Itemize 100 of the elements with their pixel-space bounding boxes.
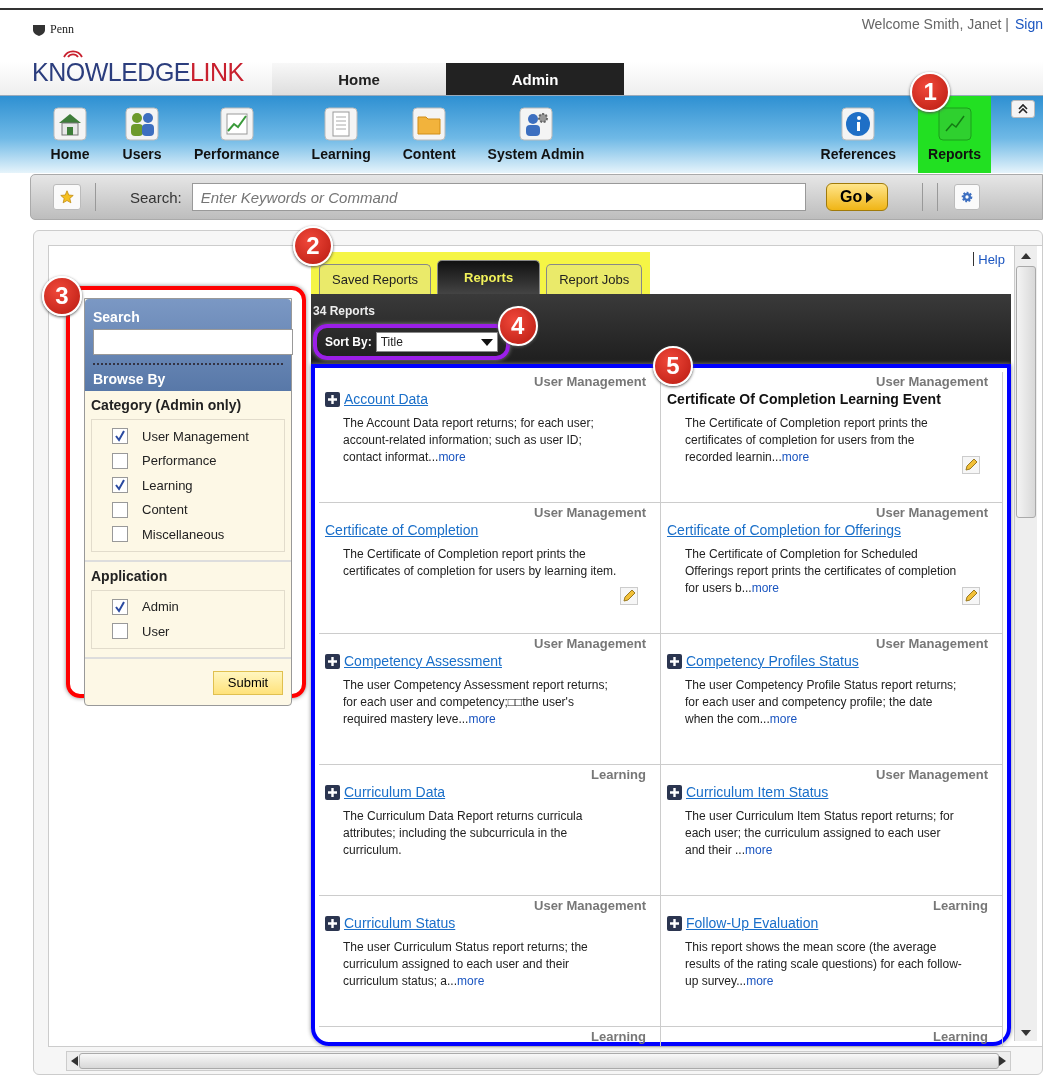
people-icon: [122, 104, 162, 144]
checkbox[interactable]: [112, 477, 128, 494]
collapse-icon[interactable]: [1011, 100, 1035, 118]
report-title[interactable]: Account Data: [344, 391, 429, 407]
report-category: User Management: [875, 636, 988, 651]
pencil-icon[interactable]: [620, 587, 638, 605]
top-tab[interactable]: Admin: [446, 63, 624, 95]
checkbox[interactable]: [112, 526, 128, 543]
expand-icon[interactable]: [325, 784, 340, 800]
report-title[interactable]: Certificate of Completion: [325, 522, 479, 538]
more-link[interactable]: more: [769, 712, 798, 726]
report-title[interactable]: Curriculum Item Status: [686, 784, 829, 800]
help-link[interactable]: Help: [973, 252, 1005, 266]
scrollbar-thumb[interactable]: [1016, 266, 1036, 518]
checkbox[interactable]: [112, 428, 128, 445]
checkbox[interactable]: [112, 501, 128, 518]
report-title[interactable]: Curriculum Status: [344, 915, 456, 931]
nav-item[interactable]: Learning: [301, 96, 381, 173]
report-category: Learning: [590, 1029, 646, 1044]
search-field[interactable]: Enter Keywords or Command: [191, 183, 806, 211]
report-category: Learning: [932, 898, 988, 913]
checkbox-label: Admin: [142, 599, 179, 615]
report-count: 34 Reports: [313, 304, 377, 318]
caret-icon: [480, 338, 493, 346]
checkbox-label: Content: [142, 502, 188, 518]
more-link[interactable]: more: [457, 974, 485, 988]
report-title[interactable]: Certificate of Completion for Offerings: [667, 522, 901, 538]
checkbox-label: User: [142, 623, 170, 639]
expand-icon[interactable]: [325, 391, 340, 407]
settings-button[interactable]: [953, 184, 980, 210]
callout-badge: 3: [42, 276, 82, 316]
section-title: Category (Admin only): [91, 397, 243, 413]
scrollbar-thumb[interactable]: [78, 1053, 999, 1069]
sort-label: Sort By:: [325, 335, 372, 349]
report-category: User Management: [533, 636, 646, 651]
report-category: User Management: [533, 505, 646, 520]
expand-icon[interactable]: [667, 915, 682, 931]
welcome-text: Welcome Smith, Janet |: [861, 16, 1009, 32]
horizontal-scrollbar[interactable]: [66, 1051, 1011, 1071]
checkbox[interactable]: [112, 623, 128, 640]
callout-badge: 5: [653, 346, 693, 386]
scroll-up-icon[interactable]: [1021, 252, 1031, 260]
star-icon: [60, 188, 74, 206]
more-link[interactable]: more: [438, 450, 466, 464]
more-link[interactable]: more: [746, 974, 774, 988]
vertical-scrollbar[interactable]: [1014, 246, 1037, 1041]
report-tab[interactable]: Report Jobs: [546, 264, 643, 294]
report-description: The Certificate of Completion for Scheduled Offerings report prints the certificates of completion for users b...more: [685, 546, 958, 597]
nav-item[interactable]: Home: [40, 96, 100, 173]
report-category: User Management: [533, 898, 646, 913]
org-name: Penn: [50, 22, 74, 37]
pencil-icon[interactable]: [962, 456, 980, 474]
checkbox-label: Learning: [142, 477, 193, 493]
report-title[interactable]: Competency Profiles Status: [686, 653, 859, 669]
callout-badge: 2: [293, 226, 333, 266]
sort-dropdown[interactable]: Title: [375, 332, 498, 352]
expand-icon[interactable]: [325, 653, 340, 669]
report-category: Learning: [590, 767, 646, 782]
submit-button[interactable]: Submit: [213, 670, 283, 695]
report-category: Learning: [932, 1029, 988, 1044]
go-button[interactable]: Go: [825, 183, 888, 211]
arrow-icon: [866, 191, 874, 203]
logo: KNOWLEDGELINK: [32, 58, 244, 87]
report-title[interactable]: Competency Assessment: [344, 653, 502, 669]
report-description: The Curriculum Data Report returns curricula attributes; including the subcurricula in the curriculum.: [343, 808, 584, 859]
pencil-icon[interactable]: [962, 587, 980, 605]
more-link[interactable]: more: [745, 843, 773, 857]
search-label: Search:: [130, 188, 182, 206]
browse-heading: Browse By: [93, 371, 167, 387]
search-heading: Search: [93, 309, 141, 325]
nav-item[interactable]: Performance: [184, 96, 290, 173]
report-description: The user Competency Assessment report returns; for each user and competency;□□the user's required mastery leve...more: [343, 677, 609, 728]
nav-item[interactable]: References: [810, 96, 907, 173]
report-description: The user Curriculum Item Status report returns; for each user; the curriculum assigned to each user and their ...more: [685, 808, 955, 859]
nav-item[interactable]: Content: [392, 96, 466, 173]
checkbox-label: Performance: [142, 453, 217, 469]
scroll-down-icon[interactable]: [1021, 1029, 1031, 1037]
expand-icon[interactable]: [667, 653, 682, 669]
nav-item[interactable]: System Admin: [477, 96, 595, 173]
more-link[interactable]: more: [751, 581, 780, 595]
expand-icon[interactable]: [325, 915, 340, 931]
expand-icon[interactable]: [667, 784, 682, 800]
signal-icon: [62, 48, 84, 58]
report-title[interactable]: Follow-Up Evaluation: [686, 915, 819, 931]
filter-search-field[interactable]: [93, 329, 293, 355]
report-tab[interactable]: Saved Reports: [319, 264, 431, 294]
checkbox-label: Miscellaneous: [142, 526, 225, 542]
report-title: Certificate Of Completion Learning Event: [667, 391, 941, 407]
more-link[interactable]: more: [468, 712, 496, 726]
checkbox[interactable]: [112, 452, 128, 469]
nav-item[interactable]: Users: [112, 96, 172, 173]
report-description: The Account Data report returns; for each user; account-related information; such as user ID; contact informat...more: [343, 415, 595, 466]
section-title: Application: [91, 567, 169, 584]
report-tab[interactable]: Reports: [437, 260, 541, 294]
top-tab[interactable]: Home: [272, 63, 446, 95]
more-link[interactable]: more: [781, 450, 810, 464]
sign-out-link[interactable]: Sign: [1014, 16, 1043, 32]
report-category: User Management: [533, 374, 646, 389]
checkbox[interactable]: [112, 598, 128, 615]
report-title[interactable]: Curriculum Data: [344, 784, 446, 800]
